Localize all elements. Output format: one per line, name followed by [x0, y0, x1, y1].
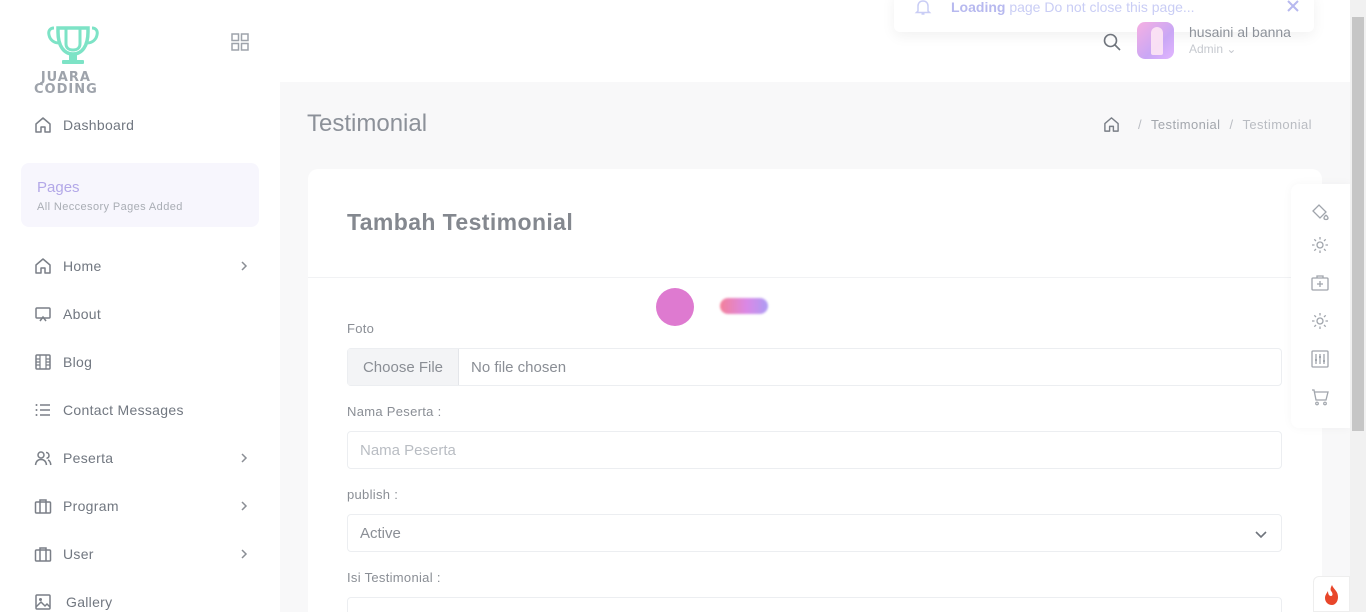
home-icon[interactable]	[1103, 116, 1120, 133]
brand-wordmark: JUARA CODING	[34, 71, 98, 97]
publish-select[interactable]: Active	[347, 514, 1282, 552]
chevron-down-icon	[1255, 531, 1267, 539]
sliders-icon[interactable]	[1310, 349, 1330, 369]
nama-peserta-placeholder: Nama Peserta	[360, 442, 456, 459]
sidebar-item-label: Home	[63, 258, 102, 274]
form-title: Tambah Testimonial	[347, 209, 574, 235]
customizer-toolbar	[1291, 184, 1350, 428]
sidebar-item-label: Blog	[63, 354, 93, 370]
flame-icon	[1325, 585, 1338, 605]
close-icon[interactable]	[1285, 0, 1301, 14]
toast-text: page Do not close this page...	[1005, 0, 1195, 15]
gear-icon[interactable]	[1310, 235, 1330, 255]
page: JUARA CODING Dashboard Pages All Necceso…	[0, 0, 1366, 612]
loader-dot-motion	[720, 298, 768, 314]
isi-testimonial-textarea[interactable]	[347, 597, 1282, 612]
breadcrumb-current: Testimonial	[1242, 117, 1312, 132]
chevron-right-icon	[241, 501, 248, 511]
page-scrollbar[interactable]	[1350, 0, 1366, 612]
breadcrumb-separator: /	[1138, 117, 1143, 132]
sidebar-item-label: Contact Messages	[63, 402, 184, 418]
sidebar-item-home[interactable]: Home	[34, 256, 254, 276]
breadcrumb: / Testimonial / Testimonial	[1103, 116, 1312, 133]
sidebar-item-peserta[interactable]: Peserta	[34, 448, 254, 468]
breadcrumb-link[interactable]: Testimonial	[1151, 117, 1220, 132]
avatar[interactable]	[1137, 22, 1174, 59]
card-divider	[308, 277, 1322, 278]
scrollbar-thumb[interactable]	[1352, 17, 1364, 431]
sidebar-item-label: Program	[63, 498, 119, 514]
toast-strong: Loading	[951, 0, 1006, 15]
paint-bucket-icon[interactable]	[1310, 202, 1330, 222]
sidebar-item-user[interactable]: User	[34, 544, 254, 564]
gear-icon[interactable]	[1310, 311, 1330, 331]
isi-testimonial-label: Isi Testimonial :	[347, 570, 441, 585]
loader-dot	[656, 288, 694, 326]
medical-box-icon[interactable]	[1310, 273, 1330, 293]
user-role: Admin	[1189, 42, 1224, 56]
home-icon	[35, 117, 51, 133]
sidebar-item-program[interactable]: Program	[34, 496, 254, 516]
file-status: No file chosen	[471, 359, 567, 376]
bell-icon	[914, 0, 932, 15]
chevron-right-icon	[241, 453, 248, 463]
nama-peserta-label: Nama Peserta :	[347, 404, 442, 419]
chevron-down-icon: ⌄	[1226, 42, 1237, 56]
sidebar-item-contact-messages[interactable]: Contact Messages	[34, 400, 184, 420]
cart-icon[interactable]	[1310, 387, 1330, 407]
film-icon	[35, 354, 51, 370]
avatar-figure	[1151, 27, 1163, 55]
sidebar-item-blog[interactable]: Blog	[34, 352, 92, 372]
chevron-right-icon	[241, 261, 248, 271]
sidebar-item-about[interactable]: About	[34, 304, 101, 324]
trophy-logo-icon	[47, 26, 99, 64]
breadcrumb-separator: /	[1229, 117, 1234, 132]
toast-message: Loading page Do not close this page...	[951, 0, 1195, 15]
pages-box-subtitle: All Neccesory Pages Added	[37, 201, 183, 213]
image-icon	[35, 594, 51, 610]
sidebar-item-label: Dashboard	[63, 117, 135, 133]
grid-menu-icon[interactable]	[230, 32, 250, 52]
foto-file-input[interactable]: Choose File No file chosen	[347, 348, 1282, 386]
codeigniter-badge[interactable]	[1313, 576, 1350, 612]
brand-line-2: CODING	[34, 82, 98, 97]
brand-logo[interactable]: JUARA CODING	[28, 22, 118, 96]
monitor-icon	[35, 307, 51, 322]
sidebar-item-label: Peserta	[63, 450, 114, 466]
foto-label: Foto	[347, 321, 375, 336]
publish-label: publish :	[347, 487, 399, 502]
briefcase-icon	[34, 547, 52, 562]
sidebar-item-gallery[interactable]: Gallery	[34, 592, 112, 612]
user-role-dropdown[interactable]: Admin ⌄	[1189, 42, 1236, 56]
sidebar-item-label: User	[63, 546, 94, 562]
page-title: Testimonial	[307, 110, 428, 137]
search-icon[interactable]	[1102, 32, 1122, 52]
chevron-right-icon	[241, 549, 248, 559]
sidebar-item-label: Gallery	[66, 594, 113, 610]
sidebar-item-dashboard[interactable]: Dashboard	[34, 115, 134, 135]
users-icon	[34, 451, 52, 466]
pages-info-box: Pages All Neccesory Pages Added	[21, 163, 259, 227]
home-icon	[35, 258, 51, 274]
pages-box-title: Pages	[37, 179, 80, 196]
choose-file-button[interactable]: Choose File	[348, 349, 459, 385]
sidebar-item-label: About	[63, 306, 102, 322]
briefcase-icon	[34, 499, 52, 514]
list-icon	[35, 404, 50, 416]
sidebar: JUARA CODING Dashboard Pages All Necceso…	[0, 0, 280, 612]
nama-peserta-input[interactable]: Nama Peserta	[347, 431, 1282, 469]
user-name[interactable]: husaini al banna	[1189, 24, 1291, 40]
publish-selected-value: Active	[360, 525, 401, 542]
